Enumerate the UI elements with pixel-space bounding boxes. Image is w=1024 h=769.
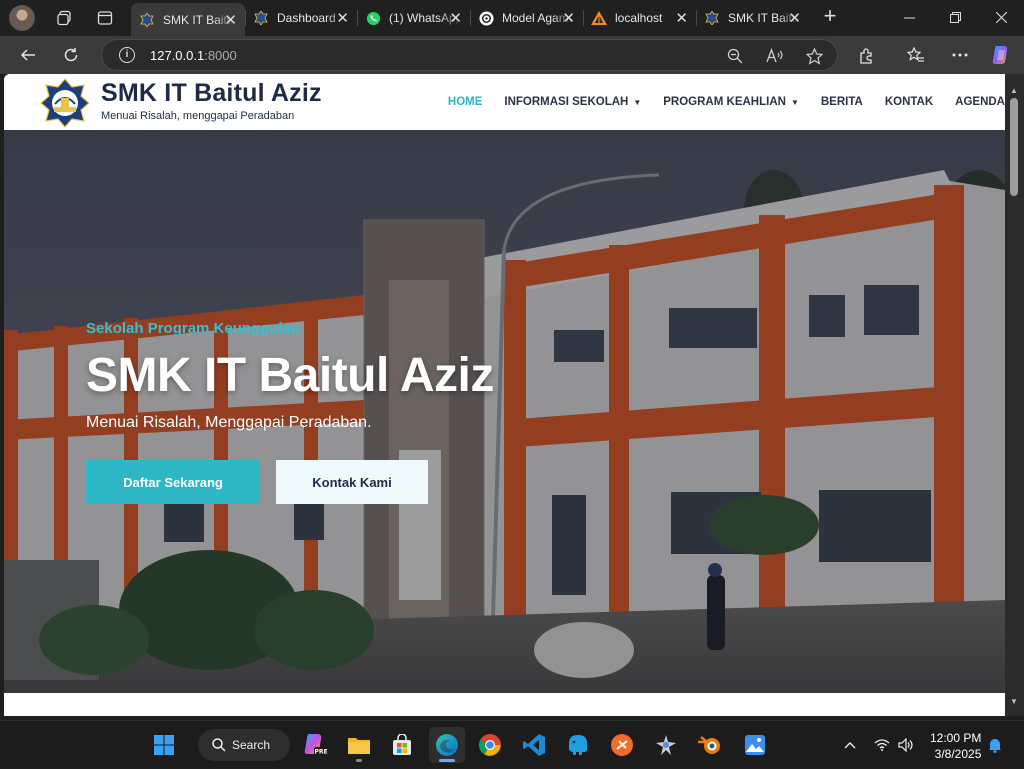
school-favicon-icon bbox=[704, 10, 720, 26]
windows-taskbar: Search PRE 12:00 PM 3/8/2025 bbox=[0, 720, 1024, 768]
daftar-sekarang-button[interactable]: Daftar Sekarang bbox=[86, 460, 260, 504]
hero-dark-overlay bbox=[4, 130, 1005, 693]
photos-icon[interactable] bbox=[737, 727, 773, 763]
close-icon[interactable]: ✕ bbox=[449, 9, 462, 27]
notification-bell-icon[interactable] bbox=[988, 721, 1002, 769]
profile-avatar[interactable] bbox=[9, 5, 35, 31]
close-window-button[interactable] bbox=[978, 0, 1024, 34]
svg-text:PRE: PRE bbox=[314, 749, 327, 756]
search-icon bbox=[212, 738, 226, 752]
close-icon[interactable]: ✕ bbox=[224, 11, 237, 29]
site-info-icon[interactable]: i bbox=[119, 47, 135, 63]
page-viewport: SMK IT Baitul Aziz Menuai Risalah, mengg… bbox=[4, 74, 1005, 716]
blender-icon[interactable] bbox=[692, 727, 728, 763]
tab-localhost[interactable]: localhost ✕ bbox=[583, 4, 696, 32]
chevron-down-icon: ▼ bbox=[633, 97, 642, 107]
tab-smk-second[interactable]: SMK IT Baitul Aziz ✕ bbox=[696, 4, 809, 32]
extensions-icon[interactable] bbox=[852, 42, 880, 68]
nav-kontak[interactable]: KONTAK bbox=[885, 96, 933, 108]
nav-home[interactable]: HOME bbox=[448, 96, 483, 108]
more-menu-icon[interactable] bbox=[946, 42, 974, 68]
close-icon[interactable]: ✕ bbox=[788, 9, 801, 27]
chevron-down-icon: ▼ bbox=[790, 97, 799, 107]
close-icon[interactable]: ✕ bbox=[336, 9, 349, 27]
refresh-button[interactable] bbox=[57, 42, 85, 68]
wifi-icon[interactable] bbox=[874, 721, 890, 769]
school-favicon-icon bbox=[139, 12, 155, 28]
tab-dashboard[interactable]: Dashboard ✕ bbox=[245, 4, 357, 32]
paw-app-icon[interactable] bbox=[604, 727, 640, 763]
hero-tagline: Menuai Risalah, Menggapai Peradaban. bbox=[86, 414, 372, 431]
store-icon[interactable] bbox=[384, 727, 420, 763]
url-text[interactable]: 127.0.0.1:8000 bbox=[150, 48, 237, 63]
taskbar-search[interactable]: Search bbox=[198, 729, 290, 761]
whatsapp-icon bbox=[365, 10, 381, 26]
page-below-hero bbox=[4, 693, 1005, 716]
favorites-icon[interactable] bbox=[902, 42, 930, 68]
zoom-out-icon[interactable] bbox=[726, 47, 744, 65]
vscode-icon[interactable] bbox=[516, 727, 552, 763]
edge-icon[interactable] bbox=[429, 727, 465, 763]
volume-icon[interactable] bbox=[898, 721, 914, 769]
hero-section: Sekolah Program Keunggulan SMK IT Baitul… bbox=[4, 130, 1005, 693]
close-icon[interactable]: ✕ bbox=[562, 9, 575, 27]
file-explorer-icon[interactable] bbox=[341, 727, 377, 763]
page-scrollbar[interactable]: ▲ ▼ bbox=[1005, 74, 1024, 716]
back-button[interactable] bbox=[14, 42, 42, 68]
site-header: SMK IT Baitul Aziz Menuai Risalah, mengg… bbox=[4, 74, 1005, 130]
read-aloud-icon[interactable] bbox=[766, 47, 784, 65]
school-favicon-icon bbox=[253, 10, 269, 26]
nav-agenda[interactable]: AGENDA bbox=[955, 96, 1005, 108]
copilot-icon[interactable] bbox=[987, 42, 1015, 68]
clock-date: 3/8/2025 bbox=[934, 747, 982, 761]
brand-subtitle: Menuai Risalah, menggapai Peradaban bbox=[101, 110, 295, 122]
show-hidden-icons-chevron-icon[interactable] bbox=[844, 721, 856, 769]
hero-title: SMK IT Baitul Aziz bbox=[86, 349, 494, 402]
main-nav: HOME INFORMASI SEKOLAH ▼ PROGRAM KEAHLIAN… bbox=[426, 74, 1005, 130]
brand-title[interactable]: SMK IT Baitul Aziz bbox=[101, 79, 322, 108]
nav-informasi-sekolah[interactable]: INFORMASI SEKOLAH ▼ bbox=[504, 96, 641, 108]
system-clock[interactable]: 12:00 PM 3/8/2025 bbox=[930, 730, 981, 762]
restore-button[interactable] bbox=[932, 0, 978, 34]
scroll-up-arrow-icon[interactable]: ▲ bbox=[1010, 86, 1018, 95]
browser-tab-strip: SMK IT Baitul Aziz ✕ Dashboard ✕ (1) Wha… bbox=[0, 0, 1024, 36]
new-tab-button[interactable]: + bbox=[817, 4, 843, 30]
copilot-pre-icon[interactable]: PRE bbox=[297, 727, 333, 763]
address-bar[interactable]: i 127.0.0.1:8000 bbox=[101, 39, 838, 71]
nav-berita[interactable]: BERITA bbox=[821, 96, 863, 108]
scrollbar-thumb[interactable] bbox=[1010, 98, 1018, 196]
hero-kicker: Sekolah Program Keunggulan bbox=[86, 320, 301, 337]
chatgpt-icon bbox=[478, 10, 494, 26]
scroll-down-arrow-icon[interactable]: ▼ bbox=[1010, 697, 1018, 706]
search-label: Search bbox=[232, 738, 271, 752]
game-controller-icon[interactable] bbox=[648, 727, 684, 763]
tab-smk-active[interactable]: SMK IT Baitul Aziz ✕ bbox=[131, 3, 245, 36]
elephant-app-icon[interactable] bbox=[560, 727, 596, 763]
tab-actions-icon[interactable] bbox=[93, 6, 117, 30]
minimize-button[interactable] bbox=[886, 0, 932, 34]
nav-program-keahlian[interactable]: PROGRAM KEAHLIAN ▼ bbox=[663, 96, 799, 108]
school-logo[interactable] bbox=[40, 78, 90, 128]
favorite-star-icon[interactable] bbox=[805, 47, 823, 65]
workspaces-icon[interactable] bbox=[53, 6, 77, 30]
chrome-icon[interactable] bbox=[472, 727, 508, 763]
tab-model-agama[interactable]: Model Agama ✕ bbox=[470, 4, 583, 32]
clock-time: 12:00 PM bbox=[930, 731, 982, 745]
close-icon[interactable]: ✕ bbox=[675, 9, 688, 27]
tab-whatsapp[interactable]: (1) WhatsApp ✕ bbox=[357, 4, 470, 32]
start-icon[interactable] bbox=[146, 727, 182, 763]
kontak-kami-button[interactable]: Kontak Kami bbox=[276, 460, 428, 504]
browser-toolbar: i 127.0.0.1:8000 bbox=[0, 36, 1024, 74]
xampp-icon bbox=[591, 10, 607, 26]
